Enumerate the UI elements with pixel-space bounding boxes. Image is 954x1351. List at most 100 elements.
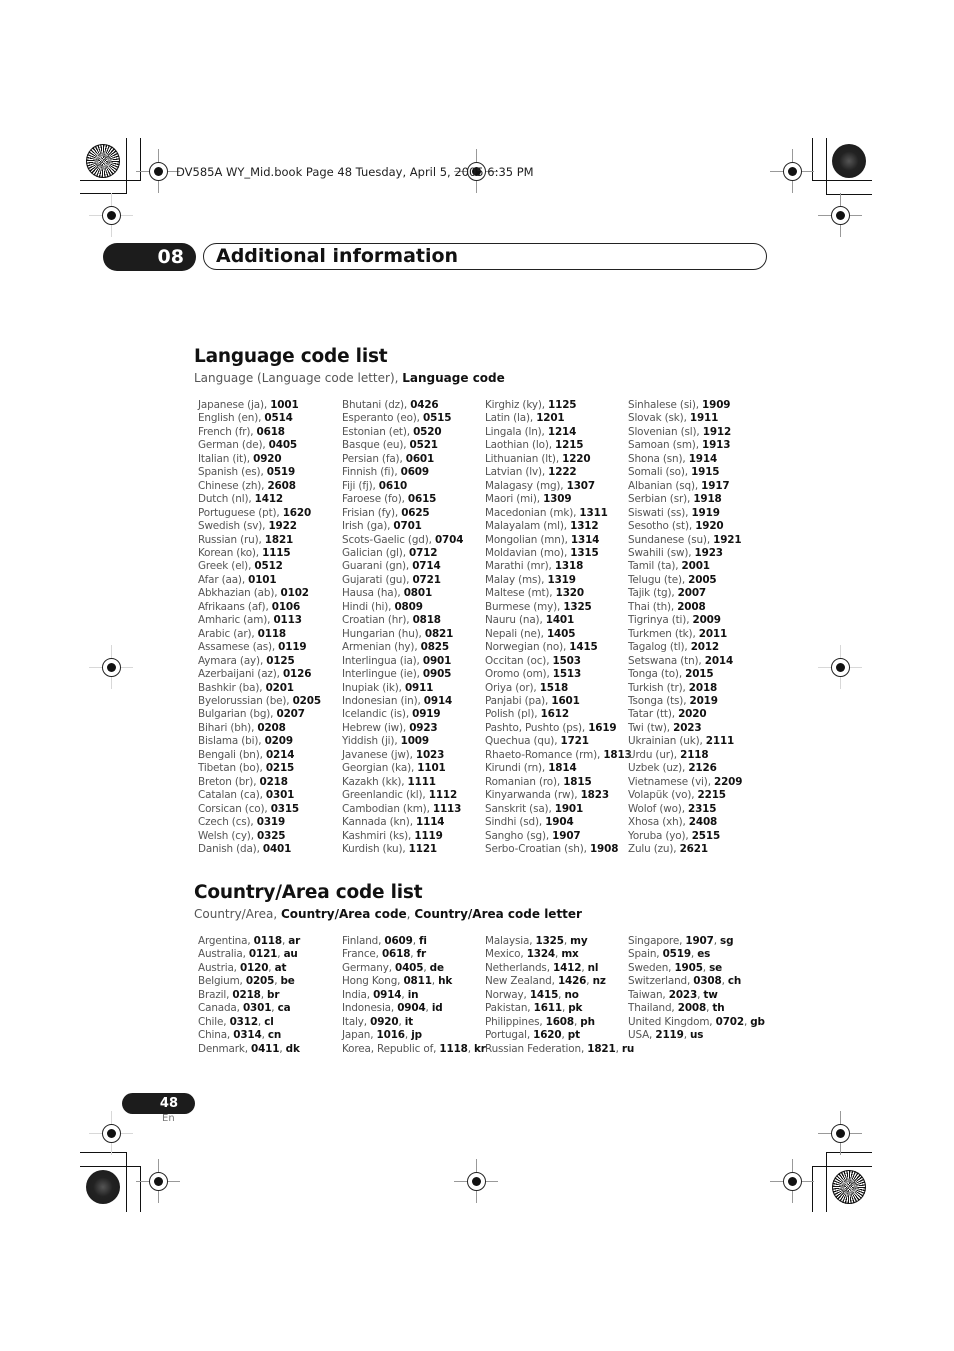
country-entry: Canada, 0301, ca <box>198 1002 300 1015</box>
country-letter: cl <box>264 1015 274 1028</box>
country-letter: se <box>709 961 723 974</box>
language-code: 0106 <box>271 600 301 613</box>
country-letter: au <box>283 948 298 961</box>
country-code: 2119 <box>655 1029 684 1042</box>
language-code: 0515 <box>423 412 452 425</box>
language-entry: Indonesian (in), 0914 <box>342 695 463 708</box>
language-name: Slovenian (sl), <box>628 425 703 438</box>
country-name: Austria, <box>198 961 240 974</box>
language-name: Greenlandic (kl), <box>342 789 429 802</box>
language-entry: Lithuanian (lt), 1220 <box>485 453 632 466</box>
language-code: 0208 <box>257 721 286 734</box>
language-name: German (de), <box>198 439 269 452</box>
language-code: 1318 <box>554 560 584 573</box>
language-name: Maltese (mt), <box>485 587 556 600</box>
language-entry: Fiji (fj), 0610 <box>342 480 463 493</box>
language-code: 1904 <box>545 816 574 829</box>
language-entry: Icelandic (is), 0919 <box>342 708 463 721</box>
country-code: 0702 <box>715 1015 744 1028</box>
language-entry: Hungarian (hu), 0821 <box>342 628 463 641</box>
language-code: 0319 <box>256 816 286 829</box>
language-name: Wolof (wo), <box>628 802 688 815</box>
language-entry: French (fr), 0618 <box>198 426 321 439</box>
language-entry: Georgian (ka), 1101 <box>342 762 463 775</box>
language-code: 0818 <box>412 614 441 627</box>
language-code: 0615 <box>407 493 437 506</box>
country-name: China, <box>198 1029 234 1042</box>
crop-mark <box>812 180 872 181</box>
language-name: Kinyarwanda (rw), <box>485 789 581 802</box>
language-name: Basque (eu), <box>342 439 410 452</box>
country-letter: pt <box>567 1029 580 1042</box>
language-code: 2126 <box>688 762 717 775</box>
country-name: Switzerland, <box>628 975 694 988</box>
language-name: Samoan (sm), <box>628 439 702 452</box>
country-entry: Chile, 0312, cl <box>198 1016 300 1029</box>
country-letter: in <box>407 988 419 1001</box>
language-name: Pashto, Pushto (ps), <box>485 721 589 734</box>
country-name: Philippines, <box>485 1015 546 1028</box>
country-entry: Denmark, 0411, dk <box>198 1043 300 1056</box>
country-code: 0405 <box>395 961 424 974</box>
language-entry: Scots-Gaelic (gd), 0704 <box>342 534 463 547</box>
country-code: 1907 <box>685 935 714 947</box>
language-code: 0201 <box>265 681 294 694</box>
country-name: Finland, <box>342 935 385 947</box>
language-entry: Bengali (bn), 0214 <box>198 749 321 762</box>
registration-dot <box>836 1129 845 1138</box>
language-entry: Kannada (kn), 1114 <box>342 816 463 829</box>
language-code: 1919 <box>691 506 720 519</box>
language-name: Malay (ms), <box>485 573 548 586</box>
language-entry: Somali (so), 1915 <box>628 466 742 479</box>
language-name: Spanish (es), <box>198 466 267 479</box>
language-entry: Tagalog (tl), 2012 <box>628 641 742 654</box>
language-entry: Japanese (ja), 1001 <box>198 399 321 412</box>
language-section-subtitle: Language (Language code letter), Languag… <box>194 371 505 385</box>
country-letter: gb <box>750 1015 765 1028</box>
country-code: 1412 <box>553 961 582 974</box>
language-name: Lithuanian (lt), <box>485 452 563 465</box>
language-name: Bengali (bn), <box>198 748 266 761</box>
subtitle-plain: Language (Language code letter), <box>194 371 403 385</box>
country-column: Finland, 0609, fi France, 0618, fr Germany… <box>342 935 486 1056</box>
country-letter: hk <box>438 975 453 988</box>
language-code: 0809 <box>394 600 423 613</box>
country-name: Norway, <box>485 988 530 1001</box>
language-entry: Malagasy (mg), 1307 <box>485 480 632 493</box>
country-letter: fr <box>416 948 427 961</box>
country-letter: us <box>690 1029 704 1042</box>
language-name: Romanian (ro), <box>485 775 564 788</box>
language-name: Twi (tw), <box>628 721 674 734</box>
country-code: 1016 <box>376 1029 405 1042</box>
country-code: 1118 <box>439 1042 468 1055</box>
language-entry: Norwegian (no), 1415 <box>485 641 632 654</box>
language-code: 1115 <box>262 546 291 559</box>
language-name: Kurdish (ku), <box>342 842 409 855</box>
language-name: Zulu (zu), <box>628 842 680 855</box>
language-entry: Bulgarian (bg), 0207 <box>198 708 321 721</box>
language-name: Georgian (ka), <box>342 762 418 775</box>
language-name: Nauru (na), <box>485 614 546 627</box>
language-code: 1101 <box>417 762 446 775</box>
language-name: Malagasy (mg), <box>485 479 567 492</box>
language-code: 0315 <box>270 802 300 815</box>
language-name: Bihari (bh), <box>198 721 258 734</box>
crop-mark <box>826 194 872 195</box>
language-name: Gujarati (gu), <box>342 573 413 586</box>
language-code: 0618 <box>256 425 285 438</box>
country-letter: de <box>429 961 444 974</box>
language-code: 2315 <box>688 802 717 815</box>
language-entry: Macedonian (mk), 1311 <box>485 507 632 520</box>
country-letter: it <box>404 1015 413 1028</box>
crop-mark <box>126 138 127 194</box>
language-entry: Laothian (lo), 1215 <box>485 439 632 452</box>
crop-mark <box>812 1166 813 1212</box>
language-name: Slovak (sk), <box>628 412 690 425</box>
country-entry: Argentina, 0118, ar <box>198 935 300 948</box>
language-name: Bashkir (ba), <box>198 681 266 694</box>
country-letter: ru <box>621 1042 635 1055</box>
language-entry: Hausa (ha), 0801 <box>342 587 463 600</box>
language-name: Polish (pl), <box>485 708 541 721</box>
language-name: Japanese (ja), <box>198 399 271 411</box>
language-code: 2019 <box>689 694 718 707</box>
